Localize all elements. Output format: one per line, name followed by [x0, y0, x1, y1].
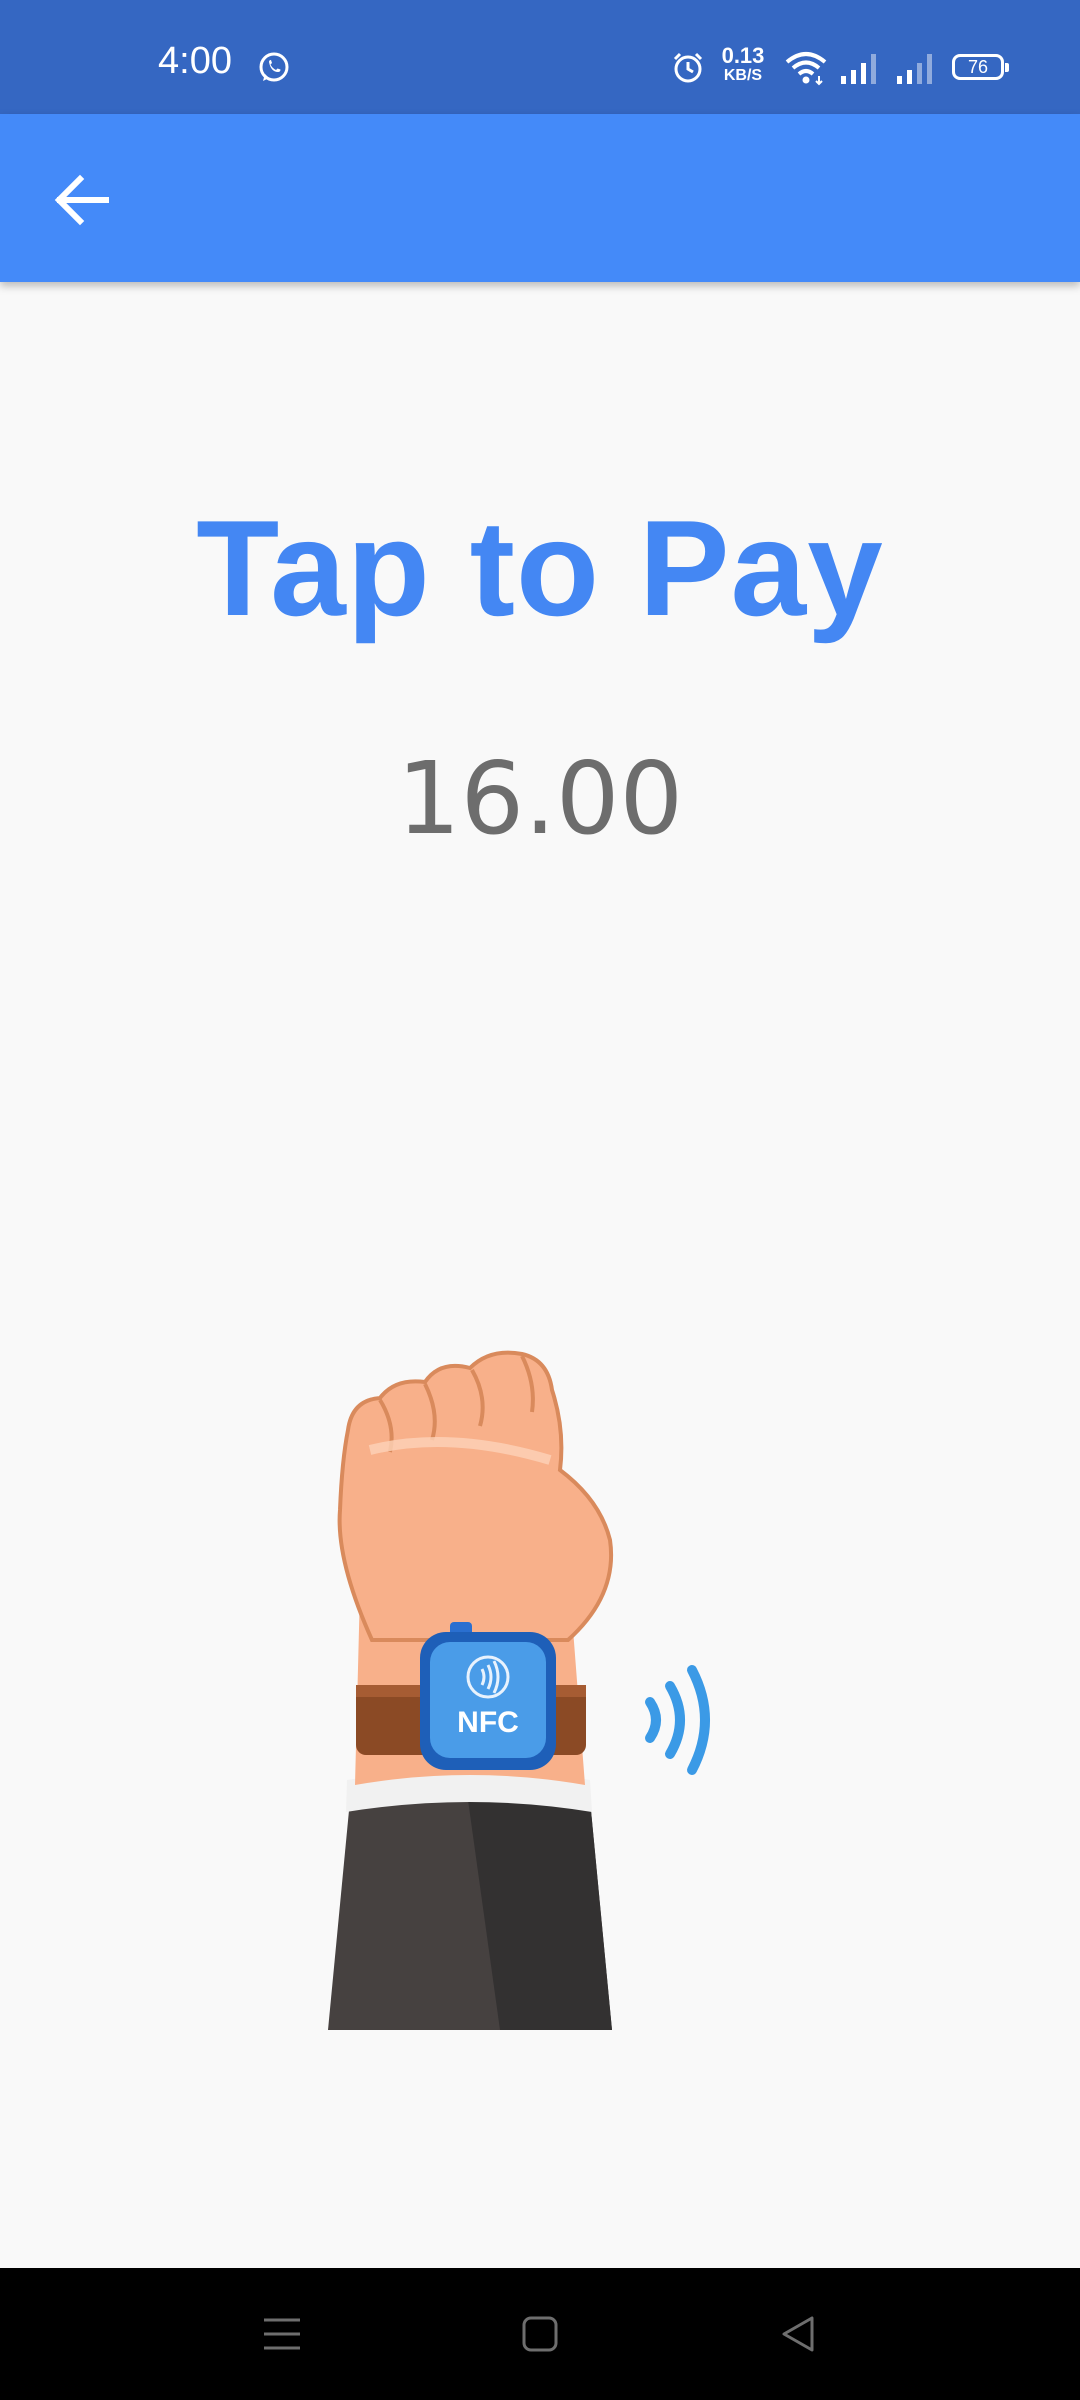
network-speed-value: 0.13	[721, 43, 765, 68]
signal-icon	[897, 54, 932, 84]
home-icon	[522, 2316, 558, 2352]
app-bar	[0, 114, 1080, 282]
page-title: Tap to Pay	[196, 492, 884, 644]
menu-icon	[264, 2318, 300, 2350]
recent-apps-button[interactable]	[246, 2298, 318, 2370]
back-triangle-icon	[782, 2316, 814, 2352]
nfc-waves-icon	[645, 1665, 710, 1775]
battery-icon: 76	[952, 54, 1009, 80]
nfc-badge-text: NFC	[457, 1706, 519, 1739]
fist	[337, 1350, 613, 1642]
signal-icon	[841, 54, 876, 84]
nfc-watch-illustration: NFC	[328, 1350, 710, 2030]
system-back-button[interactable]	[762, 2298, 834, 2370]
whatsapp-icon	[259, 52, 289, 82]
wifi-icon	[785, 52, 827, 86]
screen: 4:00 0.13 KB/S 76 Tap to Pay 16.00 NFC	[0, 0, 1080, 2400]
status-time: 4:00	[158, 40, 232, 82]
network-speed-unit: KB/S	[723, 67, 763, 84]
network-speed: 0.13 KB/S	[720, 43, 766, 86]
alarm-icon	[673, 52, 703, 83]
status-bar: 4:00 0.13 KB/S 76	[0, 0, 1080, 114]
battery-level: 76	[967, 57, 989, 77]
navigation-bar	[0, 2268, 1080, 2400]
back-button[interactable]	[36, 154, 128, 246]
arrow-left-icon	[54, 174, 109, 226]
home-button[interactable]	[504, 2298, 576, 2370]
payment-amount: 16.00	[396, 740, 684, 857]
